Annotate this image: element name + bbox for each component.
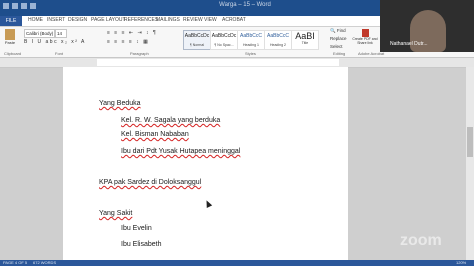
font-size-select[interactable]: 14: [55, 29, 67, 38]
tab-references[interactable]: REFERENCES: [124, 17, 158, 23]
doc-line[interactable]: Yang Beduka: [99, 100, 141, 107]
vertical-scrollbar[interactable]: [466, 67, 474, 260]
style-sample: AaBbCcDc: [211, 33, 237, 39]
style-sample: AaBI: [295, 31, 315, 41]
style-name: Heading 2: [270, 43, 286, 47]
tab-view[interactable]: VIEW: [204, 17, 217, 23]
style-name: ¶ Normal: [189, 43, 205, 47]
style-normal[interactable]: AaBbCcDc ¶ Normal: [183, 30, 211, 50]
style-no-spacing[interactable]: AaBbCcDc ¶ No Spac...: [210, 30, 238, 50]
page-count[interactable]: PAGE 4 OF 5: [3, 260, 27, 266]
group-label-clipboard: Clipboard: [4, 51, 22, 56]
doc-text: Kel. Bisman Nababan: [121, 131, 189, 138]
tab-insert[interactable]: INSERT: [47, 17, 65, 23]
doc-line[interactable]: Ibu Evelin: [121, 225, 152, 232]
style-heading-2[interactable]: AaBbCcC Heading 2: [264, 30, 292, 50]
find-button[interactable]: 🔍 Find: [330, 28, 346, 34]
paste-button[interactable]: Paste: [3, 29, 17, 49]
doc-line[interactable]: Ibu Elisabeth: [121, 241, 161, 248]
doc-line[interactable]: Kel. Bisman Nababan: [121, 131, 189, 138]
create-pdf-button[interactable]: Create PDF and Share link: [352, 29, 378, 45]
zoom-watermark: zoom: [400, 232, 442, 249]
word-count[interactable]: 672 WORDS: [33, 260, 56, 266]
doc-text: KPA pak Sardez di Doloksanggul: [99, 179, 202, 186]
tab-design[interactable]: DESIGN: [68, 17, 87, 23]
paragraph-list-toolbar[interactable]: ≡ ≡ ≡ ⇤ ⇥ ↕ ¶: [107, 30, 157, 36]
zoom-level[interactable]: 120%: [456, 260, 466, 266]
ruler-text-area: [97, 59, 339, 66]
doc-text: Ibu Elisabeth: [121, 241, 162, 248]
style-title[interactable]: AaBI Title: [291, 30, 319, 50]
group-label-font: Font: [55, 51, 64, 56]
tab-file[interactable]: FILE: [0, 16, 22, 26]
save-icon[interactable]: [12, 3, 18, 9]
font-format-toolbar[interactable]: B I U abc x₂ x² A: [24, 39, 86, 45]
style-sample: AaBbCcC: [267, 33, 289, 39]
style-sample: AaBbCcDc: [184, 33, 210, 39]
doc-text: Ibu Evelin: [121, 225, 152, 232]
pdf-icon: [361, 29, 369, 37]
paste-icon: [5, 29, 15, 40]
video-thumbnail[interactable]: Nathanael Dutr...: [380, 0, 474, 52]
style-heading-1[interactable]: AaBbCcC Heading 1: [237, 30, 265, 50]
doc-line[interactable]: KPA pak Sardez di Doloksanggul: [99, 179, 201, 186]
style-name: Heading 1: [243, 43, 259, 47]
group-label-styles: Styles: [245, 51, 256, 56]
doc-line[interactable]: Kel. R. W. Sagala yang berduka: [121, 117, 220, 124]
style-name: ¶ No Spac...: [214, 43, 234, 47]
doc-text: Yang Beduka: [99, 100, 141, 107]
doc-text: Yang Sakit: [99, 210, 133, 217]
doc-line[interactable]: Ibu dari Pdt Yusak Hutapea meninggal: [121, 148, 240, 155]
create-pdf-label: Create PDF and Share link: [352, 37, 378, 45]
replace-label: Replace: [330, 36, 347, 41]
scroll-thumb[interactable]: [467, 127, 473, 157]
search-icon: 🔍: [330, 28, 336, 33]
group-label-paragraph: Paragraph: [130, 51, 149, 56]
paragraph-align-toolbar[interactable]: ≡ ≡ ≡ ≡ ↕ ▦: [107, 39, 149, 45]
paste-label: Paste: [4, 40, 16, 45]
window-title: Warga – 15 – Word: [219, 2, 271, 8]
quick-access-toolbar: [3, 3, 36, 9]
word-logo-icon: [3, 3, 9, 9]
style-sample: AaBbCcC: [240, 33, 262, 39]
tab-review[interactable]: REVIEW: [183, 17, 203, 23]
undo-icon[interactable]: [21, 3, 27, 9]
select-button[interactable]: Select: [330, 44, 343, 49]
find-label: Find: [336, 28, 346, 33]
doc-line[interactable]: Yang Sakit: [99, 210, 132, 217]
doc-text: Kel. R. W. Sagala yang berduka: [121, 117, 221, 124]
document-page[interactable]: Yang Beduka Kel. R. W. Sagala yang berdu…: [63, 67, 348, 260]
replace-button[interactable]: Replace: [330, 36, 347, 41]
tab-home[interactable]: HOME: [28, 17, 43, 23]
font-name-select[interactable]: Calibri (Body): [24, 29, 55, 38]
group-label-editing: Editing: [333, 51, 346, 56]
select-label: Select: [330, 44, 343, 49]
participant-name: Nathanael Dutr...: [390, 41, 428, 47]
doc-text: Ibu dari Pdt Yusak Hutapea meninggal: [121, 148, 241, 155]
redo-icon[interactable]: [30, 3, 36, 9]
status-bar: PAGE 4 OF 5 672 WORDS 120%: [0, 260, 474, 266]
tab-page-layout[interactable]: PAGE LAYOUT: [91, 17, 126, 23]
tab-mailings[interactable]: MAILINGS: [156, 17, 180, 23]
tab-acrobat[interactable]: ACROBAT: [222, 17, 246, 23]
style-name: Title: [301, 41, 309, 45]
